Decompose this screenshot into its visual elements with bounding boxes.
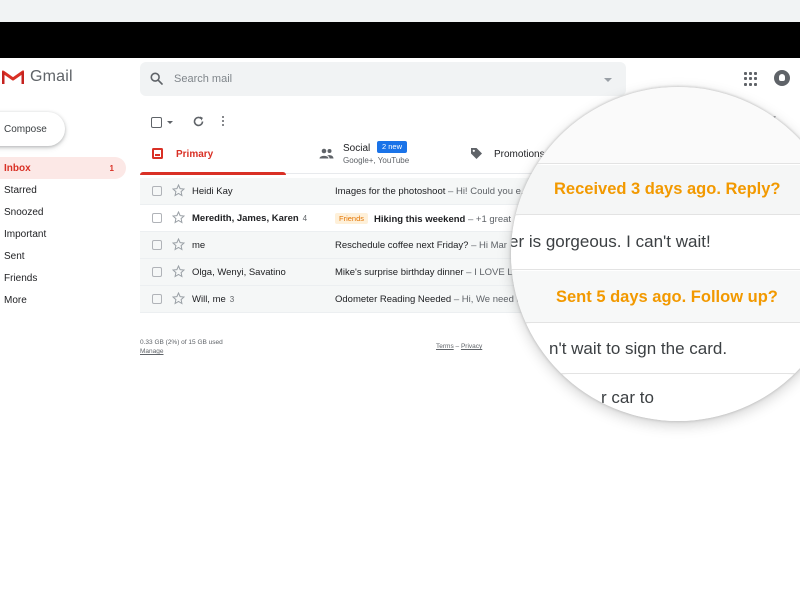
nudge-reply-text[interactable]: Received 3 days ago. Reply? [554,180,781,199]
email-sender: Will, me 3 [192,294,235,305]
email-subject: Hiking this weekend [374,214,466,225]
sidebar-item-label: Sent [4,250,25,262]
sidebar-item-sent[interactable]: Sent [0,245,126,267]
search-options-icon[interactable] [604,78,612,82]
row-checkbox[interactable] [152,213,162,223]
search-input[interactable] [174,70,594,88]
email-sender: Heidi Kay [192,186,233,197]
email-sender: Meredith, James, Karen 4 [192,213,308,224]
compose-button[interactable]: Compose [0,112,65,146]
sidebar-item-label: More [4,294,27,306]
star-icon[interactable] [172,265,185,278]
magnified-snippet-partial: r car to [601,388,654,407]
more-options-icon[interactable] [222,116,225,128]
sidebar-item-inbox[interactable]: Inbox 1 [0,157,126,179]
thread-count: 4 [302,214,308,223]
footer-separator: – [453,343,461,350]
storage-usage: 0.33 GB (2%) of 15 GB used [140,339,223,346]
sidebar-item-label: Inbox [4,162,31,174]
select-options-chevron-icon[interactable] [167,121,173,124]
row-checkbox[interactable] [152,186,162,196]
search-icon[interactable] [150,72,163,85]
star-icon[interactable] [172,238,185,251]
sidebar-item-label: Snoozed [4,206,44,218]
tag-icon [471,148,482,159]
active-tab-indicator [140,172,286,175]
email-subject: Images for the photoshoot [335,186,446,197]
account-avatar[interactable] [774,70,790,86]
gmail-m-icon [2,70,24,84]
browser-top-strip [0,0,800,22]
sidebar-item-important[interactable]: Important [0,223,126,245]
app-name: Gmail [30,68,73,85]
email-sender: me [192,240,206,251]
device-bezel-bar [0,22,800,58]
email-subject: Mike's surprise birthday dinner [335,267,464,278]
sidebar-item-snoozed[interactable]: Snoozed [0,201,126,223]
footer-links: Terms – Privacy [436,343,482,350]
magnified-snippet: er is gorgeous. I can't wait! [511,232,711,251]
star-icon[interactable] [172,292,185,305]
email-subject: Odometer Reading Needed [335,294,452,305]
unread-count: 1 [109,163,114,173]
email-snippet: – +1 great [465,214,512,225]
tab-social[interactable]: Social 2 new Google+, YouTube [316,136,466,174]
email-snippet: – I LOVE L [463,267,513,278]
compose-label: Compose [4,123,47,135]
sidebar-item-friends[interactable]: Friends [0,267,126,289]
nudge-follow-up-text[interactable]: Sent 5 days ago. Follow up? [556,288,778,307]
star-icon[interactable] [172,211,185,224]
sidebar-item-label: Friends [4,272,38,284]
sidebar-item-more[interactable]: More [0,289,126,311]
list-toolbar [150,114,250,132]
apps-grid-icon[interactable] [744,72,758,86]
terms-link[interactable]: Terms [436,343,454,350]
thread-count: 3 [229,295,235,304]
sidebar-item-label: Important [4,228,47,240]
email-snippet: – Hi Mar [468,240,507,251]
lens-band [511,375,800,421]
refresh-icon[interactable] [192,115,205,128]
email-subject: Reschedule coffee next Friday? [335,240,469,251]
manage-storage-link[interactable]: Manage [140,347,223,356]
select-all-checkbox[interactable] [151,117,162,128]
row-checkbox[interactable] [152,267,162,277]
tab-label: Primary [176,149,214,160]
lens-band [511,87,800,164]
tab-subtitle: Google+, YouTube [343,156,410,165]
row-checkbox[interactable] [152,294,162,304]
sidebar-item-starred[interactable]: Starred [0,179,126,201]
sidebar-nav: Inbox 1 Starred Snoozed Important Sent F… [0,157,126,311]
magnifier-lens: Received 3 days ago. Reply? er is gorgeo… [511,87,800,421]
sidebar-item-label: Starred [4,184,37,196]
new-count-badge: 2 new [377,141,408,153]
magnified-snippet: n't wait to sign the card. [549,339,728,358]
storage-info: 0.33 GB (2%) of 15 GB used Manage [140,338,223,356]
email-sender: Olga, Wenyi, Savatino [192,267,286,278]
gmail-window: Gmail Compose Inbox 1 Starred Snoozed [0,0,800,600]
inbox-icon [152,148,163,159]
row-checkbox[interactable] [152,240,162,250]
friends-label-chip[interactable]: Friends [335,213,369,224]
tab-primary[interactable]: Primary [140,136,286,175]
privacy-link[interactable]: Privacy [461,343,482,350]
gmail-logo[interactable]: Gmail [2,68,73,86]
people-icon [319,148,334,159]
tab-label: Social [343,143,371,154]
star-icon[interactable] [172,184,185,197]
